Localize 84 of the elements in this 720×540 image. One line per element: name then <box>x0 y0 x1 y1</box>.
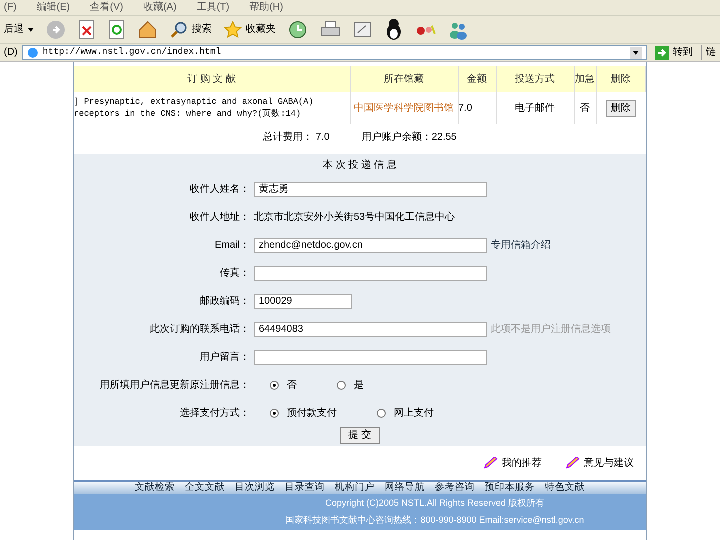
search-icon <box>170 20 188 38</box>
caret-icon <box>28 28 34 32</box>
field-label: 邮政编码： <box>199 294 251 308</box>
submit-button[interactable]: 提 交 <box>340 427 380 444</box>
dropdown-icon[interactable] <box>630 46 642 58</box>
history-icon[interactable] <box>288 20 308 40</box>
arrow-icon <box>655 46 669 60</box>
input-field[interactable] <box>254 266 487 280</box>
nav-link[interactable]: 特色文献 <box>545 480 585 496</box>
field-label: 选择支付方式： <box>179 406 251 420</box>
footer-text: Copyright (C)2005 NSTL.All Rights Reserved 版权所有 <box>325 497 545 510</box>
radio-button[interactable] <box>270 408 279 418</box>
column-header: 删除 <box>596 66 646 92</box>
page-link[interactable]: 意见与建议 <box>566 456 634 470</box>
search-button[interactable]: 搜索 <box>170 20 212 38</box>
pencil-icon <box>484 457 498 469</box>
menu-item[interactable]: 工具(T) <box>196 0 230 15</box>
input-field[interactable] <box>254 350 487 364</box>
field-label: 收件人姓名： <box>189 182 251 196</box>
page-link[interactable]: 我的推荐 <box>484 456 542 470</box>
field-label: Email： <box>214 238 251 252</box>
links-button[interactable]: 链 <box>701 45 716 60</box>
star-icon <box>224 20 242 38</box>
field-label: 用户留言： <box>199 350 251 364</box>
field-hint: 此项不是用户注册信息选项 <box>491 322 611 336</box>
menu-item[interactable]: 查看(V) <box>90 0 124 15</box>
input-field[interactable]: zhendc@netdoc.gov.cn <box>254 238 487 252</box>
nav-link[interactable]: 预印本服务 <box>485 480 535 496</box>
home-icon[interactable] <box>138 20 158 40</box>
back-button[interactable]: 后退 <box>4 22 34 37</box>
column-header: 投送方式 <box>496 66 574 92</box>
footer-text: 国家科技图书文献中心咨询热线：800-990-8900 Email:service@nstl.gov.cn <box>286 514 584 527</box>
input-field[interactable]: 100029 <box>254 294 352 308</box>
table-cell: 中国医学科学院图书馆 <box>350 92 458 124</box>
field-label: 此次订购的联系电话： <box>149 322 251 336</box>
radio-label: 预付款支付 <box>287 406 337 420</box>
table-cell: ] Presynaptic, extrasynaptic and axonal GABA(A) receptors in the CNS: where and why?(页数:14) <box>74 92 350 124</box>
address-label: (D) <box>4 46 18 60</box>
field-label: 用所填用户信息更新原注册信息： <box>99 378 251 392</box>
edit-icon[interactable] <box>354 20 372 38</box>
radio-button[interactable] <box>270 380 279 390</box>
menu-item[interactable]: 收藏(A) <box>143 0 177 15</box>
favorites-button[interactable]: 收藏夹 <box>224 20 276 38</box>
menu-item[interactable]: 编辑(E) <box>36 0 70 15</box>
input-field[interactable]: 黄志勇 <box>254 182 487 196</box>
column-header: 所在馆藏 <box>350 66 458 92</box>
address-field[interactable]: http://www.nstl.gov.cn/index.html <box>22 45 647 60</box>
penguin-icon[interactable] <box>384 18 404 40</box>
address-text: 北京市北京安外小关街53号中国化工信息中心 <box>254 210 456 224</box>
total-cost: 总计费用： 7.0 <box>263 130 330 144</box>
radio-label: 否 <box>287 378 297 392</box>
radio-label: 是 <box>354 378 364 392</box>
stop-icon[interactable] <box>78 20 96 40</box>
go-button[interactable]: 转到 <box>651 45 697 60</box>
field-label: 传真： <box>219 266 251 280</box>
nav-link[interactable]: 文献检索 <box>135 480 175 496</box>
printer-icon[interactable] <box>320 20 342 40</box>
column-header: 金额 <box>458 66 496 92</box>
account-balance: 用户账户余额：22.55 <box>362 130 457 144</box>
menu-item[interactable]: (F) <box>4 0 17 15</box>
nav-link[interactable]: 参考咨询 <box>435 480 475 496</box>
nav-link[interactable]: 机构门户 <box>335 480 375 496</box>
refresh-icon[interactable] <box>108 20 126 40</box>
toolbar-icon[interactable] <box>416 22 436 36</box>
radio-label: 网上支付 <box>394 406 434 420</box>
form-title: 本 次 投 递 信 息 <box>323 158 397 173</box>
nav-link[interactable]: 目录查询 <box>285 480 325 496</box>
column-header: 加急 <box>574 66 596 92</box>
nav-link[interactable]: 目次浏览 <box>235 480 275 496</box>
pencil-icon <box>566 457 580 469</box>
table-cell: 7.0 <box>458 92 496 124</box>
table-cell: 电子邮件 <box>496 92 574 124</box>
delete-button[interactable]: 删除 <box>606 100 636 116</box>
mailbox-link[interactable]: 专用信箱介绍 <box>491 238 551 252</box>
nav-link[interactable]: 网络导航 <box>385 480 425 496</box>
table-cell: 否 <box>574 92 596 124</box>
page-icon <box>26 46 39 58</box>
nav-link[interactable]: 全文文献 <box>185 480 225 496</box>
field-label: 收件人地址： <box>189 210 251 224</box>
radio-button[interactable] <box>337 380 346 390</box>
menu-item[interactable]: 帮助(H) <box>250 0 284 15</box>
radio-button[interactable] <box>377 408 386 418</box>
column-header: 订 购 文 献 <box>74 66 350 92</box>
input-field[interactable]: 64494083 <box>254 322 487 336</box>
